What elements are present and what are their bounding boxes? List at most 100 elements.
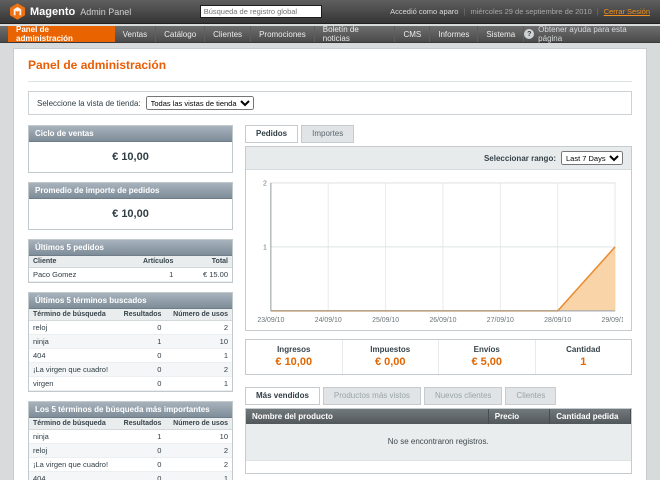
table-row: virgen01 bbox=[29, 377, 232, 391]
separator: | bbox=[463, 7, 465, 16]
logo-subtitle: Admin Panel bbox=[80, 7, 131, 17]
nav-item-ventas[interactable]: Ventas bbox=[115, 26, 156, 42]
nav-item-informes[interactable]: Informes bbox=[430, 26, 478, 42]
tab-importes[interactable]: Importes bbox=[301, 125, 354, 143]
table-cell: 2 bbox=[165, 444, 232, 458]
column-header: Nombre del producto bbox=[246, 409, 488, 424]
tab-clientes[interactable]: Clientes bbox=[505, 387, 556, 405]
range-select[interactable]: Last 7 Days bbox=[561, 151, 623, 165]
page-help-link[interactable]: ? Obtener ayuda para esta página bbox=[524, 26, 652, 42]
table-row: reloj02 bbox=[29, 321, 232, 335]
tab-productos-mas-vistos[interactable]: Productos más vistos bbox=[323, 387, 421, 405]
tab-mas-vendidos[interactable]: Más vendidos bbox=[245, 387, 320, 405]
table-cell: 10 bbox=[165, 430, 232, 444]
nav-item-boletin[interactable]: Boletín de noticias bbox=[315, 26, 396, 42]
average-orders-panel: Promedio de importe de pedidos € 10,00 bbox=[28, 182, 233, 230]
magento-logo-icon bbox=[10, 3, 25, 20]
table-header-row: Nombre del productoPrecioCantidad pedida bbox=[246, 409, 631, 424]
content-wrap: Panel de administración Seleccione la vi… bbox=[0, 43, 660, 480]
column-header: Número de usos bbox=[165, 418, 232, 430]
range-bar: Seleccionar rango: Last 7 Days bbox=[246, 147, 631, 170]
last-search-terms-panel: Últimos 5 términos buscados Término de b… bbox=[28, 292, 233, 392]
user-area: Accedió como aparo | miércoles 29 de sep… bbox=[390, 7, 650, 16]
nav-item-promociones[interactable]: Promociones bbox=[251, 26, 315, 42]
dashboard-left-column: Ciclo de ventas € 10,00 Promedio de impo… bbox=[28, 125, 233, 480]
products-tabs: Más vendidos Productos más vistos Nuevos… bbox=[245, 387, 632, 405]
table-cell: 1 bbox=[165, 377, 232, 391]
x-tick-label: 28/09/10 bbox=[544, 317, 571, 324]
x-tick-label: 27/09/10 bbox=[487, 317, 514, 324]
table-cell: 0 bbox=[117, 349, 165, 363]
tab-nuevos-clientes[interactable]: Nuevos clientes bbox=[424, 387, 502, 405]
magento-logo[interactable]: Magento Admin Panel bbox=[10, 3, 131, 20]
table-cell: € 15.00 bbox=[177, 268, 232, 282]
column-header: Resultados bbox=[117, 309, 165, 321]
column-header: Término de búsqueda bbox=[29, 309, 117, 321]
global-search-input[interactable] bbox=[200, 5, 322, 18]
table-row: ¡La virgen que cuadro!02 bbox=[29, 363, 232, 377]
table-cell: 0 bbox=[117, 472, 165, 480]
table-cell: ¡La virgen que cuadro! bbox=[29, 363, 117, 377]
x-tick-label: 24/09/10 bbox=[315, 317, 342, 324]
column-header: Resultados bbox=[117, 418, 165, 430]
table-row: ninja110 bbox=[29, 430, 232, 444]
stat-value: € 0,00 bbox=[345, 356, 437, 368]
lifetime-sales-value: € 10,00 bbox=[29, 142, 232, 172]
nav-item-clientes[interactable]: Clientes bbox=[205, 26, 251, 42]
table-cell: 404 bbox=[29, 472, 117, 480]
content-panel: Panel de administración Seleccione la vi… bbox=[13, 48, 647, 480]
filler-row bbox=[246, 460, 631, 473]
stat-label: Impuestos bbox=[345, 345, 437, 354]
table-row: 40401 bbox=[29, 472, 232, 480]
table-cell: 1 bbox=[165, 349, 232, 363]
stat-impuestos: Impuestos € 0,00 bbox=[342, 340, 439, 374]
tab-pedidos[interactable]: Pedidos bbox=[245, 125, 298, 143]
nav-item-cms[interactable]: CMS bbox=[395, 26, 430, 42]
stat-label: Envíos bbox=[441, 345, 533, 354]
table-cell: 1 bbox=[114, 268, 177, 282]
x-tick-label: 25/09/10 bbox=[372, 317, 399, 324]
top-header: Magento Admin Panel Accedió como aparo |… bbox=[0, 0, 660, 24]
last-search-terms-title: Últimos 5 términos buscados bbox=[29, 293, 232, 309]
column-header: Cantidad pedida bbox=[550, 409, 631, 424]
nav-list: Panel de administración Ventas Catálogo … bbox=[8, 26, 524, 42]
chart-area: 23/09/1024/09/1025/09/1026/09/1027/09/10… bbox=[246, 170, 631, 330]
column-header: Total bbox=[177, 256, 232, 268]
stat-label: Cantidad bbox=[538, 345, 630, 354]
separator: | bbox=[597, 7, 599, 16]
nav-item-catalogo[interactable]: Catálogo bbox=[156, 26, 205, 42]
y-tick-label: 2 bbox=[263, 180, 267, 187]
stat-ingresos: Ingresos € 10,00 bbox=[246, 340, 342, 374]
nav-item-sistema[interactable]: Sistema bbox=[478, 26, 524, 42]
stat-value: € 5,00 bbox=[441, 356, 533, 368]
y-tick-label: 1 bbox=[263, 244, 267, 251]
table-cell: 1 bbox=[117, 335, 165, 349]
table-cell: ninja bbox=[29, 335, 117, 349]
store-view-select[interactable]: Todas las vistas de tienda bbox=[146, 96, 254, 110]
table-row: ninja110 bbox=[29, 335, 232, 349]
logout-link[interactable]: Cerrar Sesión bbox=[604, 7, 650, 16]
stat-envios: Envíos € 5,00 bbox=[438, 340, 535, 374]
table-cell: Paco Gomez bbox=[29, 268, 114, 282]
last-search-terms-table: Término de búsquedaResultadosNúmero de u… bbox=[29, 309, 232, 391]
nav-item-dashboard[interactable]: Panel de administración bbox=[8, 26, 115, 42]
table-cell: reloj bbox=[29, 321, 117, 335]
table-cell: 1 bbox=[165, 472, 232, 480]
table-header-row: ClienteArtículosTotal bbox=[29, 256, 232, 268]
table-cell: 0 bbox=[117, 377, 165, 391]
stat-label: Ingresos bbox=[248, 345, 340, 354]
table-cell: 0 bbox=[117, 458, 165, 472]
main-nav: Panel de administración Ventas Catálogo … bbox=[0, 26, 660, 43]
table-header-row: Término de búsquedaResultadosNúmero de u… bbox=[29, 309, 232, 321]
empty-row: No se encontraron registros. bbox=[246, 424, 631, 461]
table-cell: 2 bbox=[165, 363, 232, 377]
page-title: Panel de administración bbox=[28, 49, 632, 82]
lifetime-sales-panel: Ciclo de ventas € 10,00 bbox=[28, 125, 233, 173]
column-header: Término de búsqueda bbox=[29, 418, 117, 430]
last-orders-title: Últimos 5 pedidos bbox=[29, 240, 232, 256]
dashboard-right-column: Pedidos Importes Seleccionar rango: Last… bbox=[245, 125, 632, 474]
products-table: Nombre del productoPrecioCantidad pedida… bbox=[246, 409, 631, 474]
logged-in-as: Accedió como aparo bbox=[390, 7, 458, 16]
empty-message: No se encontraron registros. bbox=[246, 424, 631, 461]
table-cell: ¡La virgen que cuadro! bbox=[29, 458, 117, 472]
